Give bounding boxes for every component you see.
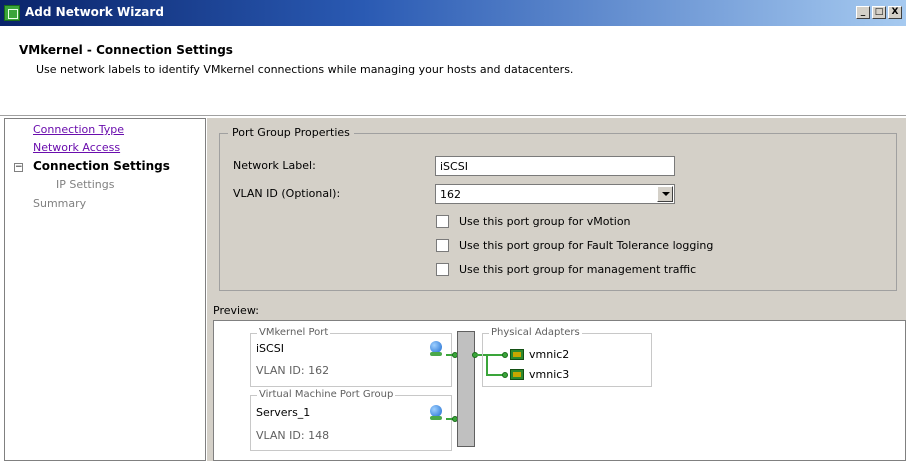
vmnic2-nic-icon bbox=[510, 349, 524, 360]
window-title: Add Network Wizard bbox=[25, 5, 164, 19]
vmkernel-port-legend: VMkernel Port bbox=[257, 327, 331, 338]
vlan-id-select[interactable]: 162 bbox=[435, 184, 675, 204]
management-traffic-checkbox[interactable] bbox=[436, 263, 449, 276]
maximize-button[interactable]: □ bbox=[872, 6, 886, 19]
vlan-id-label: VLAN ID (Optional): bbox=[233, 187, 341, 200]
sidebar-item-network-access[interactable]: Network Access bbox=[33, 141, 120, 154]
vm-port-group-box: Virtual Machine Port Group Servers_1 VLA… bbox=[250, 389, 452, 451]
chevron-down-icon[interactable] bbox=[657, 186, 673, 202]
network-label-input[interactable]: iSCSI bbox=[435, 156, 675, 176]
wizard-icon bbox=[4, 5, 20, 21]
sidebar-item-connection-settings: Connection Settings bbox=[33, 159, 170, 173]
sidebar-item-ip-settings: IP Settings bbox=[56, 178, 115, 191]
vmotion-checkbox-label[interactable]: Use this port group for vMotion bbox=[459, 215, 631, 228]
vmkernel-port-name: iSCSI bbox=[256, 342, 284, 355]
vm-port-group-legend: Virtual Machine Port Group bbox=[257, 389, 396, 400]
port-group-properties: Port Group Properties Network Label: iSC… bbox=[219, 126, 897, 291]
vmnic2-dot bbox=[502, 352, 508, 358]
network-preview: VMkernel Port iSCSI VLAN ID: 162 Virtual… bbox=[213, 320, 906, 461]
content-panel: Port Group Properties Network Label: iSC… bbox=[207, 118, 906, 461]
groupbox-legend: Port Group Properties bbox=[228, 126, 354, 139]
vm-port-group-icon-base bbox=[430, 416, 442, 420]
vmnic2-label: vmnic2 bbox=[529, 348, 570, 361]
vm-port-group-name: Servers_1 bbox=[256, 406, 311, 419]
wizard-steps-sidebar: Connection Type Network Access − Connect… bbox=[4, 118, 206, 461]
collapse-icon[interactable]: − bbox=[14, 163, 23, 172]
vlan-id-value: 162 bbox=[440, 188, 461, 201]
wizard-header: VMkernel - Connection Settings Use netwo… bbox=[0, 26, 906, 116]
title-bar: Add Network Wizard _ □ X bbox=[0, 0, 906, 26]
vmnic3-label: vmnic3 bbox=[529, 368, 570, 381]
sidebar-item-summary: Summary bbox=[33, 197, 87, 210]
physical-adapters-legend: Physical Adapters bbox=[489, 327, 582, 338]
vmnic3-nic-icon bbox=[510, 369, 524, 380]
vswitch-icon bbox=[457, 331, 475, 447]
preview-label: Preview: bbox=[213, 304, 259, 317]
management-traffic-checkbox-label[interactable]: Use this port group for management traff… bbox=[459, 263, 696, 276]
page-subtitle: Use network labels to identify VMkernel … bbox=[36, 63, 574, 76]
vmotion-checkbox[interactable] bbox=[436, 215, 449, 228]
sidebar-item-connection-type[interactable]: Connection Type bbox=[33, 123, 124, 136]
close-button[interactable]: X bbox=[888, 6, 902, 19]
page-title: VMkernel - Connection Settings bbox=[19, 43, 233, 57]
vmkernel-port-box: VMkernel Port iSCSI VLAN ID: 162 bbox=[250, 327, 452, 387]
vmkernel-port-vlan: VLAN ID: 162 bbox=[256, 364, 330, 377]
fault-tolerance-checkbox[interactable] bbox=[436, 239, 449, 252]
vmnic3-dot bbox=[502, 372, 508, 378]
network-label-label: Network Label: bbox=[233, 159, 316, 172]
vmkernel-port-icon-base bbox=[430, 352, 442, 356]
fault-tolerance-checkbox-label[interactable]: Use this port group for Fault Tolerance … bbox=[459, 239, 713, 252]
minimize-button[interactable]: _ bbox=[856, 6, 870, 19]
vm-port-group-vlan: VLAN ID: 148 bbox=[256, 429, 330, 442]
